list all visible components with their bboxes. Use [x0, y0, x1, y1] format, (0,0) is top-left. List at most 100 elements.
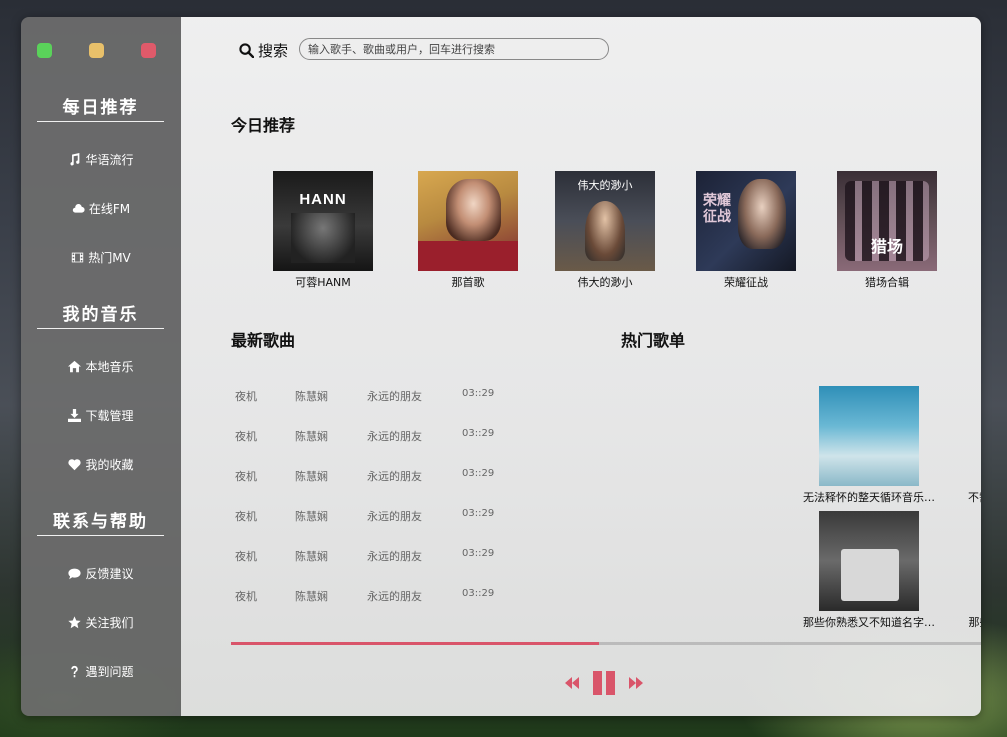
hot-title: 热门歌单	[621, 331, 686, 350]
sidebar-item-label: 在线FM	[88, 202, 131, 216]
sidebar-item-label: 关注我们	[85, 616, 134, 630]
sidebar-item-problems[interactable]: 遇到问题	[21, 663, 181, 680]
question-icon	[71, 665, 79, 678]
song-duration: 03::29	[462, 588, 495, 599]
playlist-name: 无法释怀的整天循环音乐…	[803, 491, 935, 504]
search-label: 搜索	[239, 40, 288, 61]
song-album: 永远的朋友	[367, 470, 422, 483]
sidebar-item-label: 热门MV	[88, 251, 131, 265]
heart-icon	[68, 459, 82, 471]
previous-icon[interactable]	[565, 677, 579, 689]
sidebar: 每日推荐 华语流行 在线FM 热门MV 我的音乐 本地音乐 下载管理 我的收藏 …	[21, 17, 181, 716]
playlist-name: 不需要歌词, 也可以打动你的心	[968, 491, 981, 504]
latest-title: 最新歌曲	[231, 331, 296, 350]
sidebar-item-favorites[interactable]: 我的收藏	[21, 456, 181, 473]
download-icon	[68, 409, 82, 422]
comment-icon	[68, 568, 82, 580]
app-window: 每日推荐 华语流行 在线FM 热门MV 我的音乐 本地音乐 下载管理 我的收藏 …	[21, 17, 981, 716]
progress-fill	[231, 642, 599, 645]
album-name: 那首歌	[451, 276, 485, 289]
song-duration: 03::29	[462, 468, 495, 479]
album-name: 伟大的渺小	[577, 276, 633, 289]
next-icon[interactable]	[629, 677, 643, 689]
music-note-icon	[70, 153, 80, 166]
song-duration: 03::29	[462, 508, 495, 519]
playlist-cover	[819, 511, 919, 611]
album-cover: 猎场	[837, 171, 937, 271]
section-title-daily: 每日推荐	[37, 93, 164, 122]
song-title: 夜机	[235, 510, 257, 523]
album-name: 荣耀征战	[724, 276, 768, 289]
song-album: 永远的朋友	[367, 390, 422, 403]
album-cover: 伟大的渺小	[555, 171, 655, 271]
playlist-card[interactable]: 那些只听前奏就中毒的英文歌	[960, 511, 982, 630]
song-duration: 03::29	[462, 548, 495, 559]
search-icon	[239, 43, 254, 58]
album-cover-text: 荣耀征战	[703, 193, 731, 225]
main-content: 搜索 今日推荐 HANN 可蓉HANM 那首歌 伟大的渺小 伟大的渺小	[181, 17, 981, 716]
today-title: 今日推荐	[231, 116, 296, 135]
album-name: 可蓉HANM	[295, 276, 351, 289]
album-cover: HANN	[273, 171, 373, 271]
sidebar-item-mandopop[interactable]: 华语流行	[21, 151, 181, 168]
album-name: 猎场合辑	[865, 276, 909, 289]
sidebar-item-label: 我的收藏	[85, 458, 134, 472]
playlist-card[interactable]: 那些你熟悉又不知道名字…	[789, 511, 949, 630]
album-cover-text: 猎场	[870, 237, 903, 256]
song-album: 永远的朋友	[367, 550, 422, 563]
album-card[interactable]: 荣耀征战 荣耀征战	[696, 171, 796, 290]
song-album: 永远的朋友	[367, 430, 422, 443]
song-title: 夜机	[235, 430, 257, 443]
sidebar-item-label: 遇到问题	[85, 665, 134, 679]
song-title: 夜机	[235, 550, 257, 563]
search-input[interactable]	[299, 38, 609, 60]
album-card[interactable]: 伟大的渺小 伟大的渺小	[555, 171, 655, 290]
song-artist: 陈慧娴	[295, 470, 328, 483]
player-controls	[565, 671, 643, 695]
sidebar-item-label: 华语流行	[85, 153, 134, 167]
playlist-card[interactable]: 不需要歌词, 也可以打动你的心	[963, 386, 981, 505]
song-duration: 03::29	[462, 428, 495, 439]
section-title-help: 联系与帮助	[37, 507, 164, 536]
playlist-card[interactable]: 无法释怀的整天循环音乐…	[789, 386, 949, 505]
home-icon	[68, 360, 82, 373]
progress-bar[interactable]	[231, 642, 981, 645]
song-artist: 陈慧娴	[295, 430, 328, 443]
sidebar-item-fm[interactable]: 在线FM	[21, 200, 181, 217]
song-title: 夜机	[235, 590, 257, 603]
album-card[interactable]: HANN 可蓉HANM	[273, 171, 373, 290]
close-button[interactable]	[141, 43, 156, 58]
star-icon	[68, 616, 82, 629]
playlist-name: 那些只听前奏就中毒的英文歌	[968, 616, 982, 629]
album-cover-text: 伟大的渺小	[577, 179, 633, 192]
album-card[interactable]: 猎场 猎场合辑	[837, 171, 937, 290]
song-artist: 陈慧娴	[295, 550, 328, 563]
sidebar-item-downloads[interactable]: 下载管理	[21, 407, 181, 424]
maximize-button[interactable]	[37, 43, 52, 58]
song-artist: 陈慧娴	[295, 390, 328, 403]
pause-icon[interactable]	[593, 671, 615, 695]
sidebar-item-label: 反馈建议	[85, 567, 134, 581]
film-icon	[72, 252, 84, 263]
song-duration: 03::29	[462, 388, 495, 399]
song-title: 夜机	[235, 390, 257, 403]
song-album: 永远的朋友	[367, 590, 422, 603]
album-cover: 荣耀征战	[696, 171, 796, 271]
sidebar-item-local[interactable]: 本地音乐	[21, 358, 181, 375]
album-cover-text: HANN	[299, 191, 347, 208]
section-title-my-music: 我的音乐	[37, 300, 164, 329]
sidebar-item-follow[interactable]: 关注我们	[21, 614, 181, 631]
sidebar-item-feedback[interactable]: 反馈建议	[21, 565, 181, 582]
search-label-text: 搜索	[258, 42, 289, 60]
song-album: 永远的朋友	[367, 510, 422, 523]
album-card[interactable]: 那首歌	[418, 171, 518, 290]
sidebar-item-mv[interactable]: 热门MV	[21, 249, 181, 266]
sidebar-item-label: 下载管理	[85, 409, 134, 423]
minimize-button[interactable]	[89, 43, 104, 58]
playlist-cover	[819, 386, 919, 486]
song-artist: 陈慧娴	[295, 510, 328, 523]
sidebar-item-label: 本地音乐	[85, 360, 134, 374]
song-title: 夜机	[235, 470, 257, 483]
song-artist: 陈慧娴	[295, 590, 328, 603]
window-controls	[37, 43, 156, 58]
